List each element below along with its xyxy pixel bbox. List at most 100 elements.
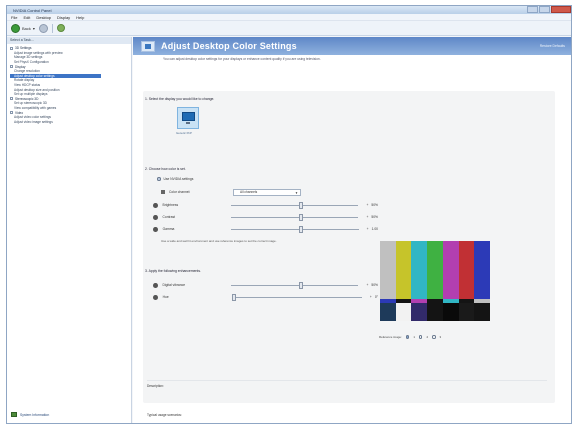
back-dropdown-icon[interactable]: ▾ [33, 26, 35, 31]
tree-item-label: Adjust video color settings [14, 115, 52, 120]
tree-item-label: Adjust video image settings [14, 119, 53, 124]
slider-label: Digital vibrance [162, 283, 186, 287]
forward-button[interactable] [38, 23, 48, 33]
slider-sign: + [366, 215, 369, 219]
tree-item-label: Set up multiple displays [14, 92, 48, 97]
monitor-icon [182, 112, 195, 121]
typical-usage-label: Typical usage scenarios: [147, 413, 182, 417]
expand-collapse-icon[interactable] [10, 46, 13, 50]
settings-panel: 1. Select the display you would like to … [143, 91, 555, 403]
expand-collapse-icon[interactable] [10, 65, 13, 69]
display-color-icon [141, 40, 155, 52]
expand-collapse-icon[interactable] [10, 111, 13, 115]
description-label: Description: [147, 384, 164, 388]
tree-item-label: Rotate display [14, 78, 35, 83]
reference-option-1[interactable]: 1 [405, 335, 415, 339]
color-test-pattern [380, 241, 491, 321]
page-description: You can adjust desktop color settings fo… [163, 57, 321, 61]
color-bar [474, 241, 491, 299]
slider-sign: + [369, 295, 372, 299]
display-name: Generic PnP [176, 131, 192, 135]
back-label: Back [22, 25, 31, 31]
tree-item-label: Stereoscopic 3D [15, 96, 39, 101]
slider-row: Digital vibrance +50% [153, 281, 378, 289]
color-bar [458, 241, 475, 299]
task-tree: 3D Settings Adjust image settings with pr… [7, 44, 131, 124]
slider-track[interactable] [231, 293, 362, 301]
color-channel-select[interactable]: All channels ▼ [233, 189, 301, 196]
slider-thumb[interactable] [298, 281, 303, 289]
slider-thumb[interactable] [299, 225, 304, 233]
minimize-button[interactable] [527, 6, 538, 13]
tree-item-label: Manage 3D settings [14, 55, 43, 60]
color-channel-label: Color channel: [169, 190, 191, 194]
slider-value: 50% [371, 283, 378, 287]
monitor-stand [186, 122, 190, 124]
toolbar: Back ▾ [7, 21, 571, 36]
divider [147, 380, 547, 381]
tree-item-label: Adjust desktop color settings [14, 73, 55, 78]
nvidia-settings-radio[interactable] [157, 177, 161, 181]
slider-track[interactable] [230, 201, 359, 209]
reference-radio-2[interactable] [418, 335, 423, 339]
slider-row: Brightness +50% [153, 201, 378, 209]
menu-help[interactable]: Help [76, 15, 84, 20]
pluge-block [427, 303, 443, 321]
tree-item-label: View HDCP status [14, 83, 41, 88]
pluge-block [458, 303, 475, 321]
tree-item-label: Adjust image settings with preview [14, 50, 63, 55]
slider-row: Contrast +50% [153, 213, 378, 221]
menu-display[interactable]: Display [57, 15, 70, 20]
use-nvidia-settings-option[interactable]: Use NVIDIA settings [157, 177, 193, 181]
maximize-button[interactable] [539, 6, 550, 13]
reference-radio-1[interactable] [405, 335, 410, 339]
tree-item-label: 3D Settings [15, 46, 32, 51]
pluge-block [442, 303, 459, 321]
slider-thumb[interactable] [231, 293, 236, 301]
title-bar: NVIDIA Control Panel [7, 6, 571, 14]
slider-track[interactable] [230, 213, 359, 221]
menu-edit[interactable]: Edit [23, 15, 30, 20]
reference-image-selector: Reference image: 1 2 3 [379, 335, 441, 339]
sidebar-header: Select a Task... [7, 37, 131, 44]
expand-collapse-icon[interactable] [10, 97, 13, 101]
color-bar [380, 241, 396, 299]
slider-thumb[interactable] [298, 213, 303, 221]
reference-radio-3[interactable] [432, 335, 436, 339]
home-icon[interactable] [56, 24, 65, 32]
tree-task-link[interactable]: Adjust video image settings [10, 120, 129, 125]
slider-icon [153, 294, 158, 300]
slider-label: Gamma [162, 227, 175, 231]
toolbar-separator [51, 23, 53, 33]
system-information-link[interactable]: System Information [11, 412, 49, 417]
system-information-label: System Information [20, 412, 50, 417]
step-1-heading: 1. Select the display you would like to … [145, 97, 215, 101]
color-channel-row: Color channel: [161, 190, 190, 194]
nvidia-settings-label: Use NVIDIA settings [163, 177, 194, 181]
display-tile[interactable] [177, 107, 199, 129]
slider-track[interactable] [231, 225, 359, 233]
menu-desktop[interactable]: Desktop [36, 15, 51, 20]
color-channel-value: All channels [240, 190, 258, 194]
reference-option-2[interactable]: 2 [418, 335, 428, 339]
slider-label: Hue [162, 295, 169, 299]
slider-icon [153, 282, 158, 288]
menu-file[interactable]: File [11, 15, 17, 20]
slider-track[interactable] [230, 281, 359, 289]
chevron-down-icon: ▼ [295, 191, 298, 195]
color-bar [411, 241, 428, 299]
slider-value: 50% [371, 215, 378, 219]
task-sidebar: Select a Task... 3D Settings Adjust image… [7, 37, 132, 423]
slider-value: 1.00 [371, 227, 379, 231]
reference-option-3[interactable]: 3 [432, 335, 441, 339]
step-2-heading: 2. Choose how color is set. [145, 167, 186, 171]
slider-sign: + [366, 203, 369, 207]
pluge-block [380, 303, 396, 321]
close-button[interactable] [551, 6, 571, 13]
system-information-icon [11, 412, 17, 417]
tree-item-label: Video [15, 110, 24, 115]
back-button[interactable]: Back ▾ [11, 23, 35, 33]
page-title: Adjust Desktop Color Settings [161, 41, 297, 51]
restore-defaults-link[interactable]: Restore Defaults [540, 44, 565, 48]
slider-thumb[interactable] [298, 201, 303, 209]
